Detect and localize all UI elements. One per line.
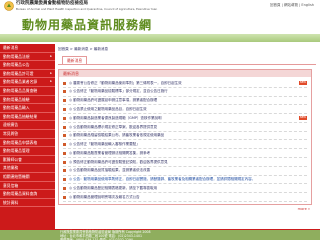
sidebar-nav: 最新消息動物用藥品法規動物用藥品公告動物用藥品許可證動物用藥品業者名錄動物用藥品… bbox=[0, 44, 55, 230]
tab-latest-news[interactable]: 最新消息 bbox=[62, 56, 88, 64]
news-title[interactable]: ◎ 公告動物用藥品登記相關表格更新，請至下載專區取用 bbox=[69, 186, 307, 191]
news-list: ◎ 農委會公告修正「動物用藥品使用準則」第三條附表一，自即日起生效 NEW ◎ 公告… bbox=[59, 77, 311, 204]
news-title[interactable]: ◎ 動物用藥品許可證展延申請注意事項，請業者配合辦理 bbox=[69, 98, 307, 103]
site-footer: 行政院農業委員會動植物防疫檢疫局 版權所有 Copyright 2008 地址：… bbox=[0, 230, 320, 242]
news-item[interactable]: ◎ 公告修正「動物用藥品輸入審核作業要點」 bbox=[63, 140, 307, 150]
news-item[interactable]: ◎ 農委會公告修正「動物用藥品使用準則」第三條附表一，自即日起生效 NEW bbox=[63, 79, 307, 88]
sidebar-item[interactable]: 動物用藥品業者名錄 bbox=[0, 78, 55, 87]
news-item[interactable]: ◎ 動物用藥品管理說明會場次及報名方式公告 bbox=[63, 193, 307, 202]
sidebar-item[interactable]: 違規廣告 bbox=[0, 121, 55, 130]
panel-title: 最新消息 bbox=[59, 70, 311, 77]
main-content: 回首頁 > 最新消息 > 最新消息 最新消息 最新消息 ◎ 農委會公告修正「動物… bbox=[58, 46, 316, 230]
agency-logo-icon bbox=[4, 1, 14, 11]
news-panel: 最新消息 ◎ 農委會公告修正「動物用藥品使用準則」第三條附表一，自即日起生效 NE… bbox=[58, 69, 312, 205]
bullet-icon bbox=[63, 186, 66, 190]
sidebar-item[interactable]: 動物用藥品法規 bbox=[0, 53, 55, 62]
bullet-icon bbox=[63, 81, 66, 85]
sidebar-item[interactable]: 獸醫師公會 bbox=[0, 156, 55, 165]
sidebar-item[interactable]: 其他業務 bbox=[0, 164, 55, 173]
top-links[interactable]: 回首頁 | 網站導覽 | English bbox=[270, 3, 314, 8]
news-item[interactable]: ◎ 公告動物用藥品標示規定修正草案，歡迎各界提供意見 bbox=[63, 123, 307, 132]
breadcrumb[interactable]: 回首頁 > 最新消息 > 最新消息 bbox=[58, 46, 316, 53]
news-title[interactable]: ◎ 公告動物用藥品品質抽驗結果，並請業者依法改善 bbox=[69, 168, 307, 173]
news-title[interactable]: ◎ 動物用藥品殘留檢驗結果公布，請畜牧業者依規定使用藥品 bbox=[69, 133, 307, 138]
agency-name-en: Bureau of Animal and Plant Health Inspec… bbox=[16, 7, 158, 11]
news-item[interactable]: ◎ 公告動物用藥品品質抽驗結果，並請業者依法改善 bbox=[63, 167, 307, 176]
news-title[interactable]: ◎ 預告修正動物用藥品許可證查驗登記須知，歡迎各界提供意見 bbox=[69, 160, 307, 165]
news-title[interactable]: ◎ 公告：動物用藥品使用準則修正，自即日起實施，請獸醫師、畜牧業者及相關業者配合… bbox=[69, 177, 307, 181]
news-title[interactable]: ◎ 公告動物用藥品標示規定修正草案，歡迎各界提供意見 bbox=[69, 125, 307, 130]
bullet-icon bbox=[63, 107, 66, 111]
bullet-icon bbox=[63, 160, 66, 164]
new-badge: NEW bbox=[298, 115, 307, 121]
more-link[interactable]: more » bbox=[64, 207, 310, 211]
bullet-icon bbox=[63, 169, 66, 173]
news-item[interactable]: ◎ 公告：動物用藥品使用準則修正，自即日起實施，請獸醫師、畜牧業者及相關業者配合… bbox=[63, 176, 307, 185]
sidebar-item[interactable]: 動物用藥品輸入 bbox=[0, 104, 55, 113]
sidebar-item[interactable]: 動物用藥品許可證 bbox=[0, 70, 55, 79]
news-title[interactable]: ◎ 公告修正「動物用藥品輸入審核作業要點」 bbox=[69, 142, 307, 147]
footer-line3: 服務專線：0800-039-131 傳真：(02)2332-2290 bbox=[60, 237, 134, 242]
sidebar-item[interactable]: 動物用藥品申請表格 bbox=[0, 139, 55, 148]
news-item[interactable]: ◎ 動物用藥品許可證展延申請注意事項，請業者配合辦理 bbox=[63, 97, 307, 106]
bullet-icon bbox=[63, 116, 66, 120]
news-item[interactable]: ◎ 動物用藥品販賣業者管理辦法相關問答集，請參考 bbox=[63, 149, 307, 159]
header-bar bbox=[0, 34, 320, 42]
sidebar-item[interactable]: 相關連結暨機關 bbox=[0, 173, 55, 182]
sidebar-item[interactable]: 動物用藥品檢驗 bbox=[0, 96, 55, 105]
news-title[interactable]: ◎ 動物用藥品販賣業者管理辦法相關問答集，請參考 bbox=[69, 151, 307, 156]
bullet-icon bbox=[63, 151, 66, 155]
new-badge: NEW bbox=[298, 80, 307, 86]
tab-bar: 最新消息 bbox=[58, 56, 316, 65]
agency-name: 行政院農業委員會動植物防疫檢疫局 bbox=[16, 1, 88, 6]
sidebar-item[interactable]: 意見信箱 bbox=[0, 182, 55, 191]
bullet-icon bbox=[63, 125, 66, 129]
news-title[interactable]: ◎ 動物用藥品製造業者優良製造規範（GMP）查核作業說明 bbox=[69, 116, 298, 121]
sidebar-item[interactable]: 常見問答 bbox=[0, 130, 55, 139]
sidebar-item[interactable]: 動物用藥品品質查驗 bbox=[0, 87, 55, 96]
sidebar-item[interactable]: 動物用藥品公告 bbox=[0, 61, 55, 70]
footer-text: 行政院農業委員會動植物防疫檢疫局 版權所有 Copyright 2008 地址：… bbox=[60, 230, 150, 242]
news-item[interactable]: ◎ 動物用藥品殘留檢驗結果公布，請畜牧業者依規定使用藥品 bbox=[63, 132, 307, 141]
news-title[interactable]: ◎ 公告禁止使用之動物用藥品品目，自即日起生效 bbox=[69, 107, 307, 112]
sidebar-item[interactable]: 動物用藥品抽驗結果 bbox=[0, 113, 55, 122]
bullet-icon bbox=[63, 90, 66, 94]
sidebar-item[interactable]: 最新消息 bbox=[0, 44, 55, 53]
news-item[interactable]: ◎ 公告禁止使用之動物用藥品品目，自即日起生效 bbox=[63, 105, 307, 115]
news-item[interactable]: ◎ 公告動物用藥品登記相關表格更新，請至下載專區取用 bbox=[63, 184, 307, 193]
news-item[interactable]: ◎ 預告修正動物用藥品許可證查驗登記須知，歡迎各界提供意見 bbox=[63, 158, 307, 167]
sidebar-item[interactable]: 統計資料 bbox=[0, 199, 55, 208]
bullet-icon bbox=[63, 143, 66, 147]
news-title[interactable]: ◎ 農委會公告修正「動物用藥品使用準則」第三條附表一，自即日起生效 bbox=[69, 81, 298, 86]
news-title[interactable]: ◎ 公告修正「動物用藥品檢驗標準」部分規定，並自公告日施行 bbox=[69, 89, 307, 94]
sidebar-item[interactable]: 動物用藥品管理 bbox=[0, 147, 55, 156]
bullet-icon bbox=[63, 99, 66, 103]
bullet-icon bbox=[63, 178, 66, 182]
site-header: 行政院農業委員會動植物防疫檢疫局 Bureau of Animal and Pl… bbox=[0, 0, 320, 44]
site-title[interactable]: 動物用藥品資訊服務網 bbox=[22, 16, 152, 33]
bullet-icon bbox=[63, 195, 66, 199]
sidebar-item[interactable]: 動物用藥品資料查詢 bbox=[0, 190, 55, 199]
news-item[interactable]: ◎ 公告修正「動物用藥品檢驗標準」部分規定，並自公告日施行 bbox=[63, 88, 307, 97]
news-title[interactable]: ◎ 動物用藥品管理說明會場次及報名方式公告 bbox=[69, 195, 307, 200]
bullet-icon bbox=[63, 134, 66, 138]
news-item[interactable]: ◎ 動物用藥品製造業者優良製造規範（GMP）查核作業說明 NEW bbox=[63, 114, 307, 123]
